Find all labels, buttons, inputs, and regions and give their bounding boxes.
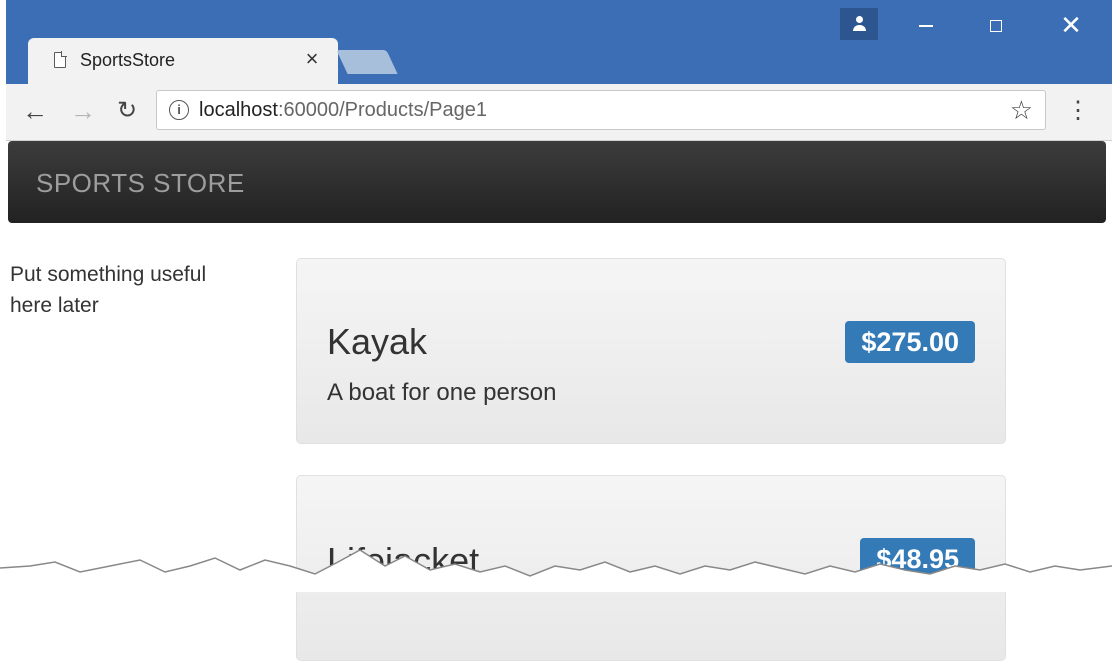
url-host: localhost xyxy=(199,99,278,121)
product-description: A boat for one person xyxy=(327,379,557,406)
minimize-icon xyxy=(919,25,933,28)
back-button[interactable]: ← xyxy=(18,94,52,128)
product-name: Kayak xyxy=(327,321,428,362)
menu-icon[interactable]: ⋮ xyxy=(1066,96,1090,126)
sidebar-placeholder: Put something useful here later xyxy=(10,263,207,317)
title-bar: SportsStore × ✕ xyxy=(6,0,1112,84)
url-text[interactable]: localhost:60000/Products/Page1 xyxy=(199,99,487,122)
tab-close-icon[interactable]: × xyxy=(300,47,324,71)
site-navbar: SPORTS STORE xyxy=(8,141,1106,223)
price-badge: $275.00 xyxy=(845,321,975,363)
url-path: :60000/Products/Page1 xyxy=(277,99,487,121)
browser-tab[interactable]: SportsStore × xyxy=(28,38,338,84)
product-card: Lifejacket $48.95 xyxy=(296,475,1006,661)
forward-button[interactable]: → xyxy=(66,94,100,128)
bookmark-star-icon[interactable]: ☆ xyxy=(1010,95,1033,126)
product-card: Kayak $275.00 A boat for one person xyxy=(296,258,1006,444)
browser-toolbar: ← → ↻ i localhost:60000/Products/Page1 ☆… xyxy=(6,84,1112,141)
brand-link[interactable]: SPORTS STORE xyxy=(36,168,245,199)
reload-button[interactable]: ↻ xyxy=(110,94,144,128)
address-bar[interactable]: i localhost:60000/Products/Page1 ☆ xyxy=(156,90,1046,130)
maximize-icon xyxy=(990,20,1002,33)
tab-title: SportsStore xyxy=(80,50,176,70)
browser-window: SportsStore × ✕ ← → ↻ i localhost:60000/… xyxy=(6,0,1112,661)
document-icon xyxy=(54,51,67,68)
maximize-button[interactable] xyxy=(976,10,1016,40)
product-name: Lifejacket xyxy=(327,540,480,581)
new-tab-button[interactable] xyxy=(336,50,398,74)
page-content: SPORTS STORE Put something useful here l… xyxy=(6,141,1112,661)
user-icon[interactable] xyxy=(840,8,878,40)
window-close-button[interactable]: ✕ xyxy=(1051,10,1091,40)
minimize-button[interactable] xyxy=(906,10,946,40)
price-badge: $48.95 xyxy=(860,538,975,580)
info-icon[interactable]: i xyxy=(169,100,189,120)
